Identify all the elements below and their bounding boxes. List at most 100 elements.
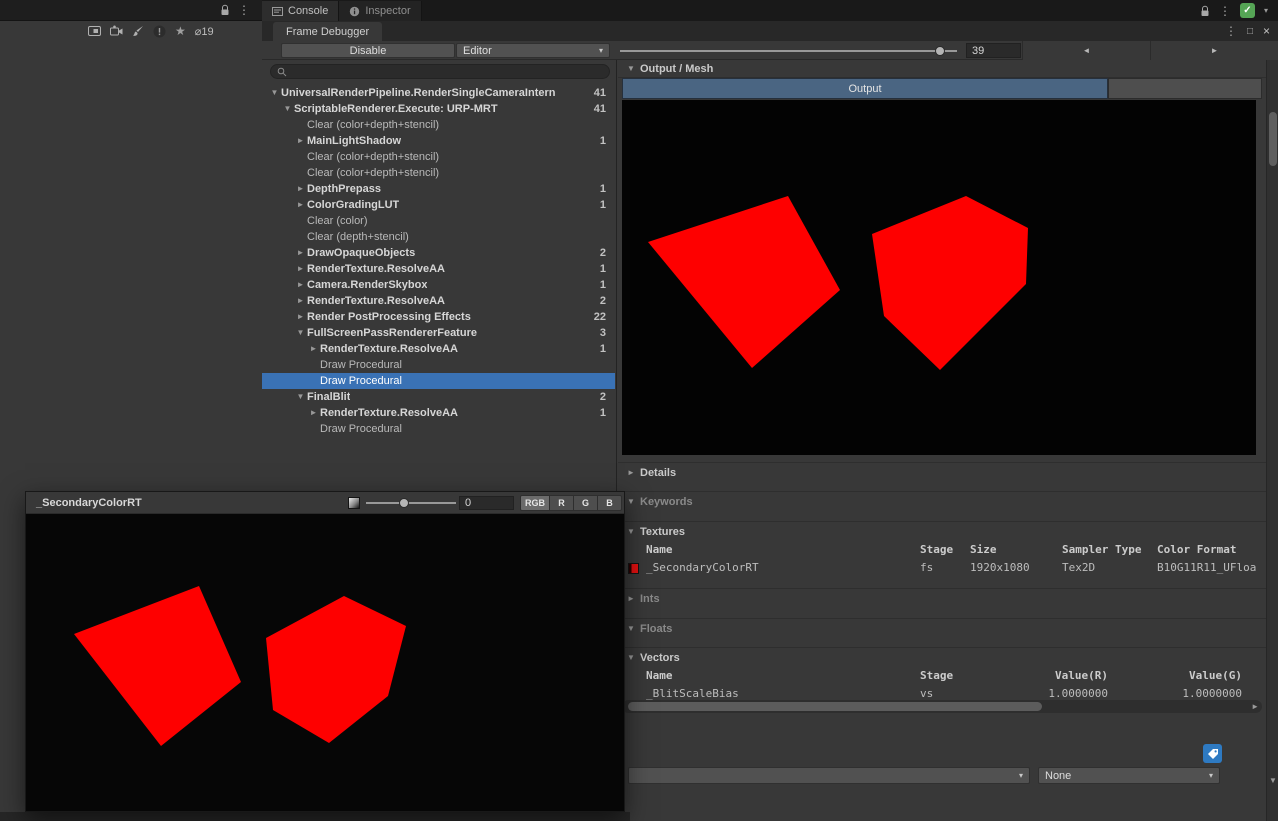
lock-icon[interactable]	[220, 4, 230, 16]
tree-item[interactable]: Clear (color+depth+stencil)	[262, 117, 615, 133]
shader-dropdown[interactable]: ▾	[628, 767, 1030, 784]
tab-inspector[interactable]: Inspector	[339, 1, 422, 21]
tree-item[interactable]: ► Render PostProcessing Effects 22	[262, 309, 615, 325]
foldout-closed-icon[interactable]: ►	[294, 245, 307, 261]
tree-item[interactable]: Clear (color)	[262, 213, 615, 229]
tab-mesh[interactable]	[1108, 78, 1262, 99]
foldout-closed-icon[interactable]: ►	[626, 468, 636, 477]
caret-down-icon[interactable]: ▾	[1264, 6, 1268, 15]
tree-item[interactable]: Clear (color+depth+stencil)	[262, 165, 615, 181]
disable-button[interactable]: Disable	[281, 43, 455, 58]
vector-row[interactable]: _BlitScaleBias vs 1.0000000 1.0000000	[618, 685, 1266, 700]
frame-number-field[interactable]: 39	[966, 43, 1021, 58]
gradient-icon[interactable]	[348, 497, 360, 509]
foldout-closed-icon[interactable]: ►	[626, 594, 636, 603]
close-icon[interactable]: ×	[1263, 24, 1270, 38]
foldout-open-icon[interactable]: ▼	[626, 653, 636, 662]
tab-frame-debugger[interactable]: Frame Debugger	[273, 22, 383, 41]
tree-item[interactable]: Clear (depth+stencil)	[262, 229, 615, 245]
foldout-open-icon[interactable]: ▼	[626, 497, 636, 506]
scrollbar-thumb[interactable]	[628, 702, 1042, 711]
none-dropdown[interactable]: None ▾	[1038, 767, 1220, 784]
tree-item[interactable]: ► RenderTexture.ResolveAA 1	[262, 405, 615, 421]
foldout-closed-icon[interactable]: ►	[294, 197, 307, 213]
channel-button-r[interactable]: R	[550, 495, 574, 511]
foldout-open-icon[interactable]: ▼	[626, 527, 636, 536]
picture-icon[interactable]	[88, 25, 101, 37]
texture-preview-image[interactable]	[26, 514, 624, 811]
kebab-menu-icon[interactable]: ⋮	[238, 4, 250, 16]
foldout-closed-icon[interactable]: ►	[307, 405, 320, 421]
foldout-open-icon[interactable]: ▼	[268, 85, 281, 101]
output-preview[interactable]	[622, 100, 1256, 455]
scroll-down-icon[interactable]: ▼	[1267, 776, 1278, 785]
slider-track[interactable]	[366, 502, 456, 504]
foldout-closed-icon[interactable]: ►	[294, 293, 307, 309]
exposure-field[interactable]: 0	[459, 496, 514, 510]
tag-button[interactable]	[1203, 744, 1222, 763]
keywords-section-header[interactable]: ▼ Keywords	[618, 491, 1266, 511]
ints-section-header[interactable]: ► Ints	[618, 588, 1266, 608]
brush-icon[interactable]	[132, 25, 144, 37]
foldout-closed-icon[interactable]: ►	[294, 277, 307, 293]
tab-console[interactable]: Console	[262, 1, 340, 21]
tree-item[interactable]: ► DepthPrepass 1	[262, 181, 615, 197]
target-dropdown[interactable]: Editor ▾	[456, 43, 610, 58]
tree-item[interactable]: Draw Procedural	[262, 373, 615, 389]
channel-button-g[interactable]: G	[574, 495, 598, 511]
textures-section-header[interactable]: ▼ Textures	[618, 521, 1266, 541]
channel-button-rgb[interactable]: RGB	[520, 495, 550, 511]
tree-item[interactable]: ► RenderTexture.ResolveAA 2	[262, 293, 615, 309]
tree-item[interactable]: ► RenderTexture.ResolveAA 1	[262, 341, 615, 357]
details-section-header[interactable]: ► Details	[618, 462, 1266, 482]
foldout-closed-icon[interactable]: ►	[307, 341, 320, 357]
collab-status-icon[interactable]: ✓	[1239, 3, 1255, 18]
next-frame-button[interactable]: ►	[1150, 41, 1278, 60]
slider-handle[interactable]	[398, 498, 409, 508]
vertical-scrollbar[interactable]: ▼	[1266, 60, 1278, 821]
texture-preview-titlebar[interactable]: _SecondaryColorRT 0 RGB R G B	[26, 492, 624, 514]
tree-item[interactable]: ► DrawOpaqueObjects 2	[262, 245, 615, 261]
tree-item[interactable]: ▼ FinalBlit 2	[262, 389, 615, 405]
previous-frame-button[interactable]: ◄	[1022, 41, 1150, 60]
tree-item[interactable]: Draw Procedural	[262, 421, 615, 437]
star-icon[interactable]: ★	[175, 24, 186, 38]
foldout-open-icon[interactable]: ▼	[294, 325, 307, 341]
foldout-open-icon[interactable]: ▼	[626, 624, 636, 633]
tree-item[interactable]: Clear (color+depth+stencil)	[262, 149, 615, 165]
tree-item[interactable]: ► RenderTexture.ResolveAA 1	[262, 261, 615, 277]
tree-item[interactable]: ▼ FullScreenPassRendererFeature 3	[262, 325, 615, 341]
output-mesh-header[interactable]: ▼ Output / Mesh	[618, 60, 1266, 78]
search-input[interactable]	[270, 64, 610, 79]
tree-item[interactable]: ▼ UniversalRenderPipeline.RenderSingleCam…	[262, 85, 615, 101]
foldout-closed-icon[interactable]: ►	[294, 133, 307, 149]
foldout-closed-icon[interactable]: ►	[294, 309, 307, 325]
kebab-menu-icon[interactable]: ⋮	[1219, 5, 1231, 17]
slider-handle[interactable]	[935, 45, 946, 56]
tree-item[interactable]: ► ColorGradingLUT 1	[262, 197, 615, 213]
horizontal-scrollbar[interactable]: ►	[622, 700, 1262, 713]
slider-track[interactable]	[620, 49, 957, 52]
lock-icon[interactable]	[1200, 5, 1210, 17]
camera-icon[interactable]	[110, 25, 123, 37]
maximize-icon[interactable]: □	[1247, 26, 1253, 37]
warning-icon[interactable]	[153, 25, 166, 38]
tree-item[interactable]: Draw Procedural	[262, 357, 615, 373]
vectors-section-header[interactable]: ▼ Vectors	[618, 647, 1266, 667]
foldout-open-icon[interactable]: ▼	[626, 64, 636, 73]
floats-section-header[interactable]: ▼ Floats	[618, 618, 1266, 638]
foldout-closed-icon[interactable]: ►	[294, 181, 307, 197]
tree-item[interactable]: ► MainLightShadow 1	[262, 133, 615, 149]
scroll-right-icon[interactable]: ►	[1251, 702, 1259, 711]
frame-slider[interactable]	[620, 41, 957, 60]
tree-item[interactable]: ► Camera.RenderSkybox 1	[262, 277, 615, 293]
foldout-closed-icon[interactable]: ►	[294, 261, 307, 277]
tree-item[interactable]: ▼ ScriptableRenderer.Execute: URP-MRT 41	[262, 101, 615, 117]
foldout-open-icon[interactable]: ▼	[294, 389, 307, 405]
scrollbar-thumb[interactable]	[1269, 112, 1277, 166]
kebab-menu-icon[interactable]: ⋮	[1225, 25, 1237, 37]
exposure-slider[interactable]	[366, 494, 456, 512]
tab-output[interactable]: Output	[622, 78, 1108, 99]
texture-row[interactable]: _SecondaryColorRT fs 1920x1080 Tex2D B10G11R…	[618, 559, 1266, 577]
foldout-open-icon[interactable]: ▼	[281, 101, 294, 117]
